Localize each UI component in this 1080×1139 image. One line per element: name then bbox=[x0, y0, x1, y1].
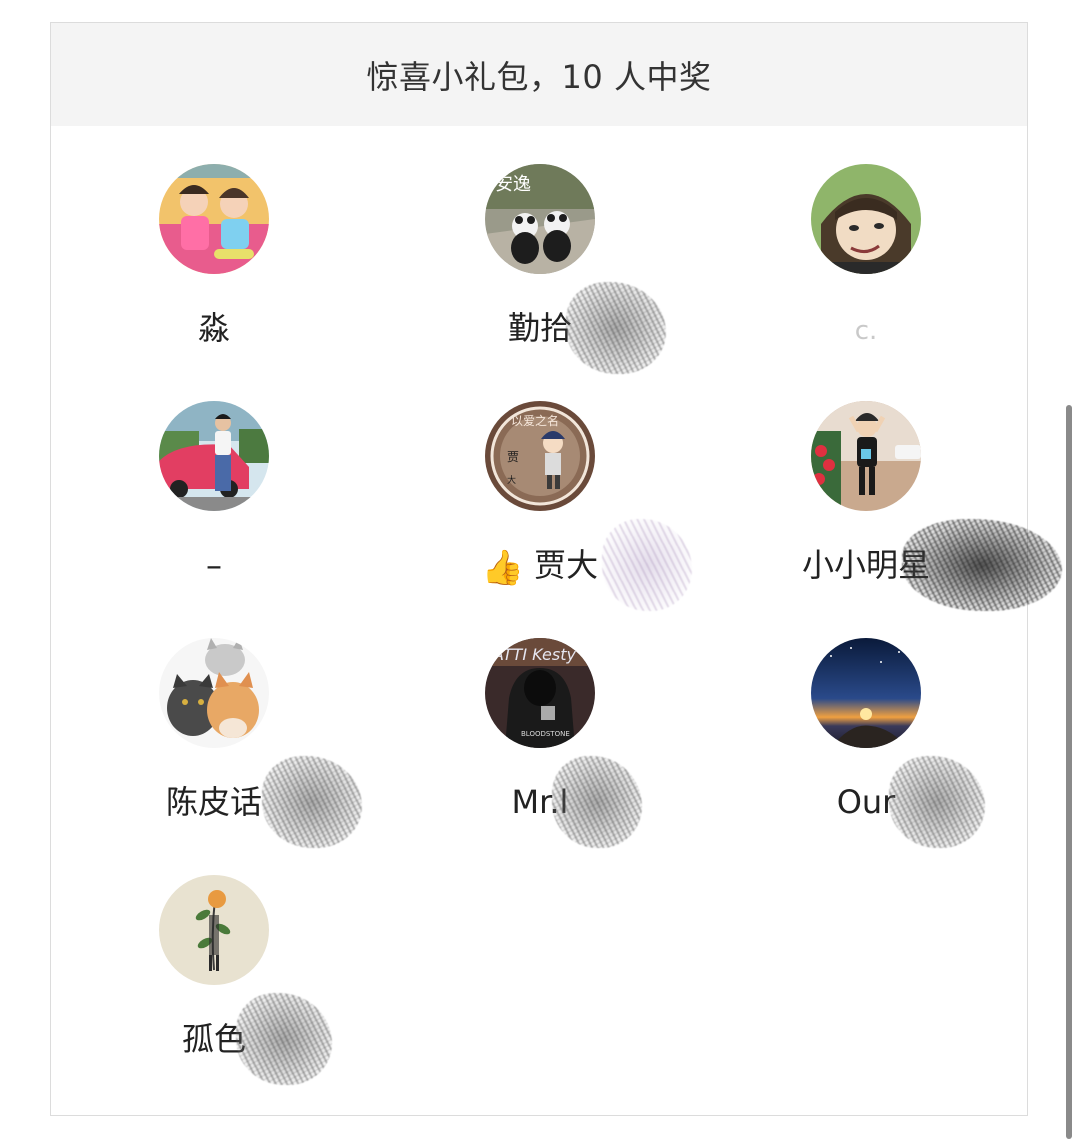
winner-name: Mr.l bbox=[377, 756, 703, 848]
man-with-car-avatar[interactable] bbox=[159, 401, 269, 511]
winner-item[interactable]: – bbox=[51, 363, 377, 600]
svg-text:贾: 贾 bbox=[507, 450, 519, 464]
winner-item[interactable]: Our bbox=[703, 600, 1029, 848]
thumbs-up-icon: 👍 bbox=[481, 548, 525, 588]
winner-name: – bbox=[206, 546, 222, 584]
cats-photo-avatar[interactable] bbox=[159, 638, 269, 748]
kids-photo-avatar[interactable] bbox=[159, 164, 269, 274]
svg-text:BLOODSTONE: BLOODSTONE bbox=[521, 730, 570, 738]
pandas-photo-avatar[interactable]: 安逸 bbox=[485, 164, 595, 274]
winner-item[interactable]: 安逸 勤拾 bbox=[377, 126, 703, 374]
winner-name: Our bbox=[703, 756, 1029, 848]
svg-text:以爱之名: 以爱之名 bbox=[511, 413, 559, 428]
winners-card: 惊喜小礼包，10 人中奖 淼 安逸 勤拾 c. – 以爱之名 贾 大 👍 贾大 … bbox=[50, 22, 1062, 1116]
winner-name: 孤色 bbox=[51, 993, 377, 1085]
winner-name: 勤拾 bbox=[377, 282, 703, 374]
sunset-sky-avatar[interactable] bbox=[811, 638, 921, 748]
child-photo-avatar[interactable] bbox=[811, 401, 921, 511]
scrollbar[interactable] bbox=[1066, 405, 1072, 1139]
winner-item[interactable]: 孤色 bbox=[51, 837, 377, 1085]
winner-name: c. bbox=[854, 316, 878, 346]
svg-text:ATTI Kesty: ATTI Kesty bbox=[492, 645, 577, 664]
prize-title: 惊喜小礼包，10 人中奖 bbox=[366, 57, 712, 96]
svg-text:大: 大 bbox=[507, 474, 516, 486]
winner-name: 👍 贾大 bbox=[377, 519, 703, 611]
flower-illustration-avatar[interactable] bbox=[159, 875, 269, 985]
winner-item[interactable]: 以爱之名 贾 大 👍 贾大 bbox=[377, 363, 703, 611]
anime-character-avatar[interactable] bbox=[811, 164, 921, 274]
winner-name: 小小明星 bbox=[703, 519, 1062, 611]
hooded-figure-avatar[interactable]: ATTI Kesty BLOODSTONE bbox=[485, 638, 595, 748]
card-header: 惊喜小礼包，10 人中奖 bbox=[51, 23, 1027, 126]
winner-name: 陈皮话 bbox=[51, 756, 377, 848]
winner-item[interactable]: ATTI Kesty BLOODSTONE Mr.l bbox=[377, 600, 703, 848]
cartoon-badge-avatar[interactable]: 以爱之名 贾 大 bbox=[485, 401, 595, 511]
winner-item[interactable]: 小小明星 bbox=[703, 363, 1062, 611]
winner-name: 淼 bbox=[197, 309, 230, 347]
svg-text:安逸: 安逸 bbox=[495, 174, 531, 195]
winner-item[interactable]: c. bbox=[703, 126, 1029, 363]
winner-item[interactable]: 淼 bbox=[51, 126, 377, 363]
winner-item[interactable]: 陈皮话 bbox=[51, 600, 377, 848]
